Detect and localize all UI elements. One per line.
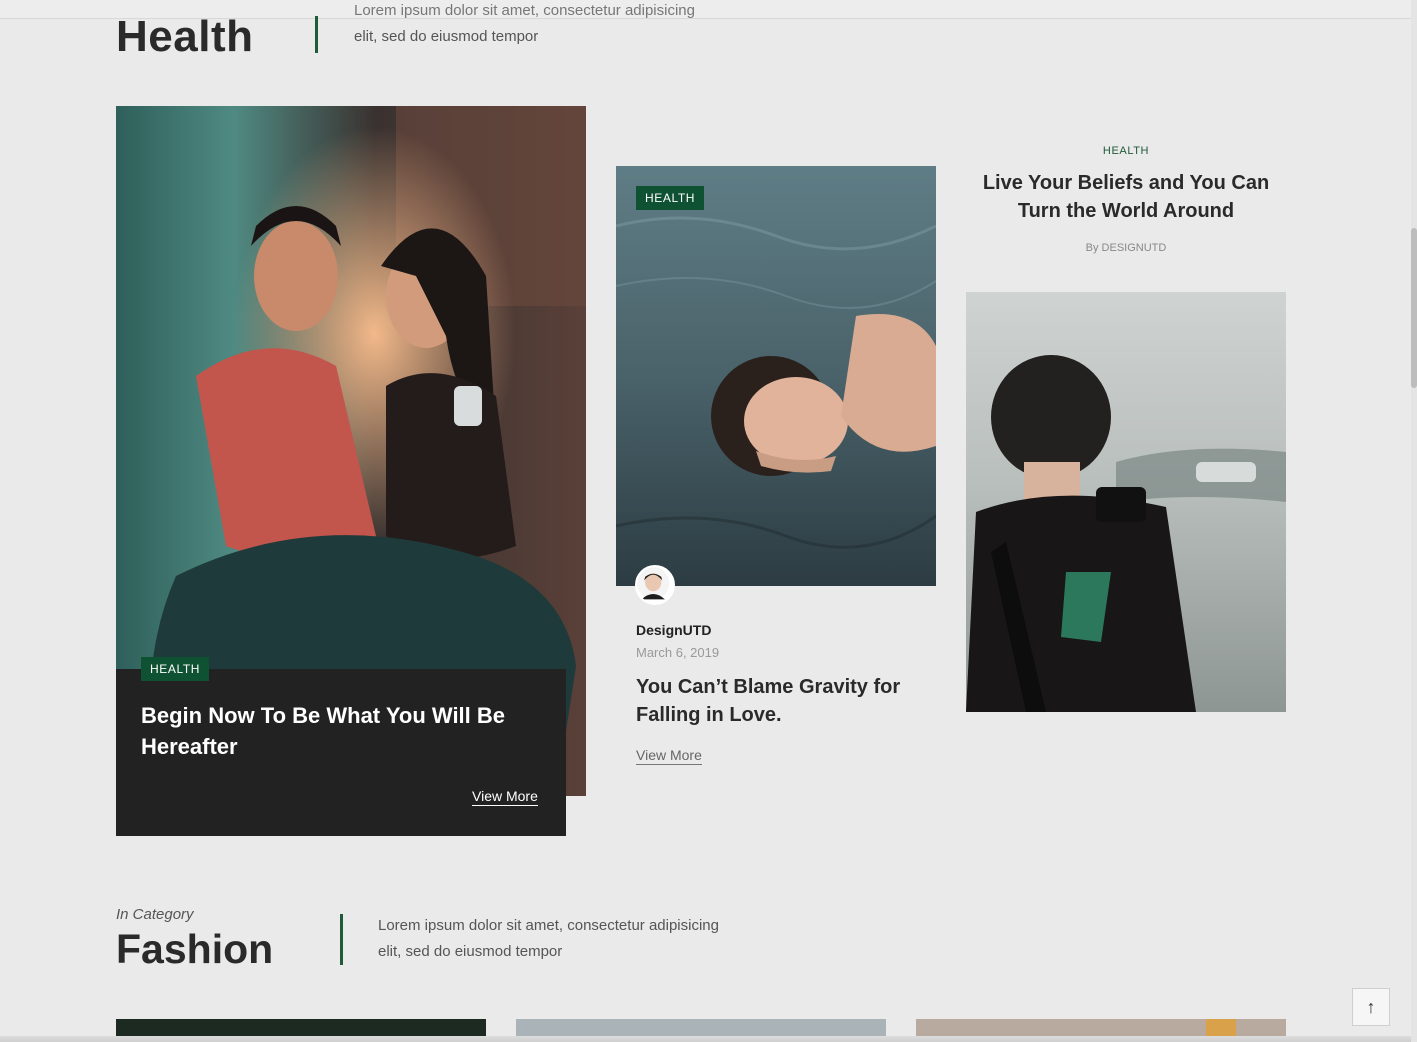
card-image-woman-in-water[interactable]: [616, 166, 936, 586]
section-title-health: Health: [116, 12, 254, 61]
byline: By DESIGNUTD: [1085, 242, 1167, 254]
post-date: March 6, 2019: [636, 645, 720, 660]
view-more-link[interactable]: View More: [636, 747, 702, 765]
scrollbar-thumb[interactable]: [1411, 228, 1417, 388]
card-title[interactable]: Live Your Beliefs and You Can Turn the W…: [966, 169, 1286, 225]
section-kicker: In Category: [116, 906, 194, 923]
scrollbar-track[interactable]: [1411, 0, 1417, 1042]
fashion-intro-line1: Lorem ipsum dolor sit amet, consectetur …: [378, 917, 719, 934]
card-image-photographer[interactable]: [966, 292, 1286, 712]
category-label[interactable]: HEALTH: [966, 145, 1286, 157]
category-badge[interactable]: HEALTH: [636, 186, 705, 210]
fashion-intro: Lorem ipsum dolor sit amet, consectetur …: [378, 913, 719, 965]
health-intro-line1: Lorem ipsum dolor sit amet, consectetur …: [354, 2, 695, 19]
section-title-fashion: Fashion: [116, 926, 274, 972]
health-intro: Lorem ipsum dolor sit amet, consectetur …: [354, 0, 695, 50]
fashion-intro-line2: elit, sed do eiusmod tempor: [378, 943, 563, 960]
title-divider: [340, 914, 343, 965]
author-avatar[interactable]: [635, 565, 675, 605]
category-badge[interactable]: HEALTH: [141, 657, 210, 681]
title-divider: [315, 16, 318, 53]
author-name[interactable]: DesignUTD: [636, 622, 711, 638]
health-intro-line2: elit, sed do eiusmod tempor: [354, 28, 539, 45]
viewport-bottom-edge: [0, 1036, 1411, 1042]
view-more-link[interactable]: View More: [472, 788, 538, 806]
card-title[interactable]: You Can’t Blame Gravity for Falling in L…: [636, 673, 936, 729]
card-title[interactable]: Begin Now To Be What You Will Be Hereaft…: [141, 700, 541, 762]
back-to-top-button[interactable]: ↑: [1352, 988, 1390, 1026]
